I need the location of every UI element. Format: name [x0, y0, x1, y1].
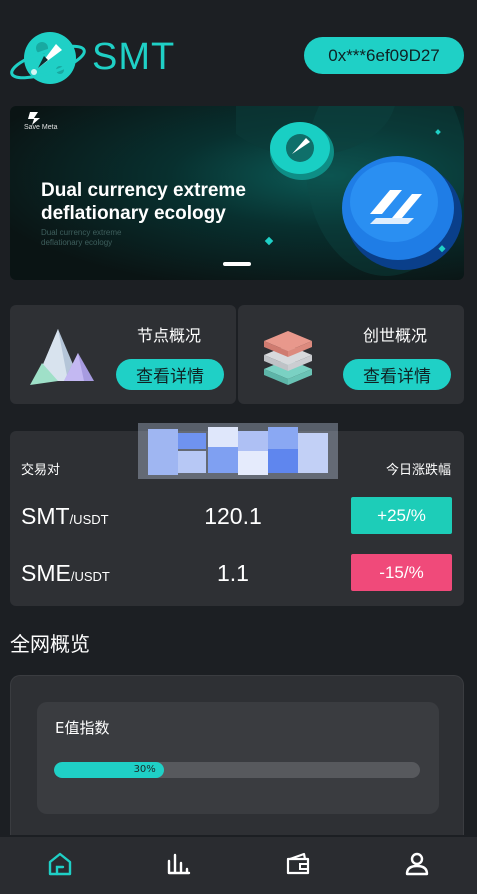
banner-brand-text: Save Meta [24, 124, 58, 131]
genesis-overview-title: 创世概况 [363, 326, 428, 345]
wallet-icon [285, 851, 311, 881]
genesis-overview-card: 创世概况 查看详情 [238, 305, 464, 404]
network-overview-panel: E值指数 30% [10, 675, 464, 835]
pair-quote: /USDT [69, 512, 109, 527]
blurred-region [138, 423, 338, 479]
pair-base: SMT [21, 503, 70, 529]
price-change-badge: -15/% [351, 554, 452, 591]
progress-label: 30% [133, 764, 156, 775]
user-icon [404, 851, 430, 881]
nav-home[interactable] [0, 837, 119, 894]
nav-profile[interactable] [358, 837, 477, 894]
e-index-label: E值指数 [55, 719, 110, 737]
network-overview-title: 全网概览 [10, 632, 90, 656]
change-column-header: 今日涨跌幅 [385, 463, 451, 478]
carousel-indicator[interactable] [223, 262, 251, 266]
pair-column-header: 交易对 [21, 463, 61, 478]
banner-sub-line1: Dual currency extreme [41, 228, 122, 237]
pyramid-icon [28, 323, 98, 389]
nav-market[interactable] [119, 837, 238, 894]
pair-price: 1.1 [217, 560, 249, 586]
chart-bars-icon [166, 851, 192, 881]
pair-name: SME/USDT [21, 560, 110, 587]
e-index-progress: 30% [54, 762, 420, 778]
planet-logo-icon [8, 24, 88, 90]
node-details-button[interactable]: 查看详情 [116, 359, 224, 390]
banner-subtext: Dual currency extreme deflationary ecolo… [41, 228, 181, 248]
layers-icon [260, 323, 330, 389]
market-panel: 交易对 今日涨跌幅 SMT/USDT 120.1 +25/% SME/USDT … [10, 423, 464, 606]
e-index-card: E值指数 30% [37, 702, 439, 814]
node-overview-card: 节点概况 查看详情 [10, 305, 236, 404]
home-icon [47, 851, 73, 881]
price-change-badge: +25/% [351, 497, 452, 534]
banner-sub-line2: deflationary ecology [41, 238, 113, 247]
bottom-navigation [0, 837, 477, 894]
node-overview-title: 节点概况 [137, 326, 202, 345]
app-header: SMT 0x***6ef09D27 [0, 0, 477, 100]
promo-banner[interactable]: Save Meta Dual currency extreme deflatio… [10, 106, 464, 280]
coin-illustration [217, 106, 464, 280]
pair-price: 120.1 [204, 503, 262, 529]
brand-title: SMT [92, 36, 176, 78]
pair-name: SMT/USDT [21, 503, 109, 530]
nav-wallet[interactable] [239, 837, 358, 894]
pair-quote: /USDT [70, 569, 110, 584]
wallet-address-button[interactable]: 0x***6ef09D27 [304, 37, 464, 74]
pair-base: SME [21, 560, 71, 586]
genesis-details-button[interactable]: 查看详情 [343, 359, 451, 390]
